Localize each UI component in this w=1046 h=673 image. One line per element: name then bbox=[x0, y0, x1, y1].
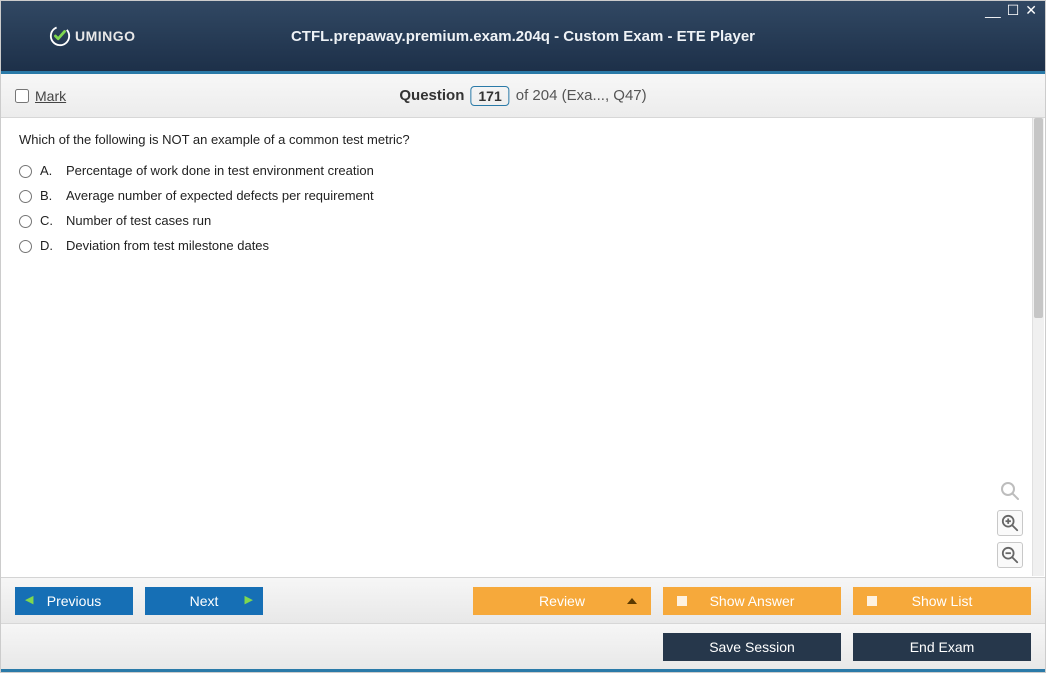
previous-button[interactable]: ◀ Previous bbox=[15, 587, 133, 615]
close-button[interactable]: ✕ bbox=[1025, 3, 1037, 17]
question-header-bar: Mark Question 171 of 204 (Exa..., Q47) bbox=[1, 74, 1045, 118]
option-a-radio[interactable] bbox=[19, 165, 32, 178]
option-d-text: Deviation from test milestone dates bbox=[66, 238, 269, 253]
question-number-box[interactable]: 171 bbox=[470, 86, 509, 106]
check-icon bbox=[49, 25, 71, 47]
show-answer-label: Show Answer bbox=[710, 593, 795, 609]
question-word: Question bbox=[399, 87, 464, 104]
review-button[interactable]: Review bbox=[473, 587, 651, 615]
scrollbar-thumb[interactable] bbox=[1034, 118, 1043, 318]
save-session-label: Save Session bbox=[709, 639, 795, 655]
option-a[interactable]: A. Percentage of work done in test envir… bbox=[19, 163, 1021, 178]
save-session-button[interactable]: Save Session bbox=[663, 633, 841, 661]
option-d-letter: D. bbox=[40, 238, 58, 253]
logo-text: UMINGO bbox=[75, 28, 136, 44]
review-label: Review bbox=[539, 593, 585, 609]
mark-label[interactable]: Mark bbox=[35, 88, 66, 104]
show-answer-button[interactable]: Show Answer bbox=[663, 587, 841, 615]
question-indicator: Question 171 of 204 (Exa..., Q47) bbox=[399, 86, 646, 106]
option-c-text: Number of test cases run bbox=[66, 213, 211, 228]
end-exam-button[interactable]: End Exam bbox=[853, 633, 1031, 661]
option-c[interactable]: C. Number of test cases run bbox=[19, 213, 1021, 228]
option-c-radio[interactable] bbox=[19, 215, 32, 228]
option-a-text: Percentage of work done in test environm… bbox=[66, 163, 374, 178]
show-list-label: Show List bbox=[912, 593, 973, 609]
option-d[interactable]: D. Deviation from test milestone dates bbox=[19, 238, 1021, 253]
option-b-radio[interactable] bbox=[19, 190, 32, 203]
option-c-letter: C. bbox=[40, 213, 58, 228]
footer-divider bbox=[1, 669, 1045, 672]
previous-label: Previous bbox=[47, 593, 101, 609]
magnifier-icon[interactable] bbox=[997, 478, 1023, 504]
window-title: CTFL.prepaway.premium.exam.204q - Custom… bbox=[291, 28, 755, 45]
show-list-button[interactable]: Show List bbox=[853, 587, 1031, 615]
end-exam-label: End Exam bbox=[910, 639, 975, 655]
question-text: Which of the following is NOT an example… bbox=[19, 132, 1021, 147]
chevron-left-icon: ◀ bbox=[25, 595, 33, 606]
option-b-letter: B. bbox=[40, 188, 58, 203]
window-controls: __ ☐ ✕ bbox=[985, 3, 1037, 17]
mark-checkbox[interactable] bbox=[15, 89, 29, 103]
next-button[interactable]: Next ▶ bbox=[145, 587, 263, 615]
app-logo: UMINGO bbox=[49, 25, 136, 47]
square-icon bbox=[677, 596, 687, 606]
zoom-controls bbox=[997, 478, 1023, 568]
scrollbar[interactable] bbox=[1032, 118, 1044, 576]
chevron-right-icon: ▶ bbox=[245, 595, 253, 606]
maximize-button[interactable]: ☐ bbox=[1007, 3, 1020, 17]
square-icon bbox=[867, 596, 877, 606]
next-label: Next bbox=[190, 593, 219, 609]
zoom-out-button[interactable] bbox=[997, 542, 1023, 568]
footer-row-1: ◀ Previous Next ▶ Review Show Answer Sho… bbox=[1, 577, 1045, 623]
option-d-radio[interactable] bbox=[19, 240, 32, 253]
minimize-button[interactable]: __ bbox=[985, 3, 1001, 17]
question-content: Which of the following is NOT an example… bbox=[9, 118, 1031, 576]
triangle-up-icon bbox=[627, 598, 637, 604]
footer-row-2: Save Session End Exam bbox=[1, 623, 1045, 669]
question-total: of 204 (Exa..., Q47) bbox=[516, 87, 647, 104]
option-a-letter: A. bbox=[40, 163, 58, 178]
footer: ◀ Previous Next ▶ Review Show Answer Sho… bbox=[1, 577, 1045, 672]
option-b[interactable]: B. Average number of expected defects pe… bbox=[19, 188, 1021, 203]
title-bar: UMINGO CTFL.prepaway.premium.exam.204q -… bbox=[1, 1, 1045, 71]
zoom-in-button[interactable] bbox=[997, 510, 1023, 536]
mark-control[interactable]: Mark bbox=[15, 88, 66, 104]
option-b-text: Average number of expected defects per r… bbox=[66, 188, 374, 203]
